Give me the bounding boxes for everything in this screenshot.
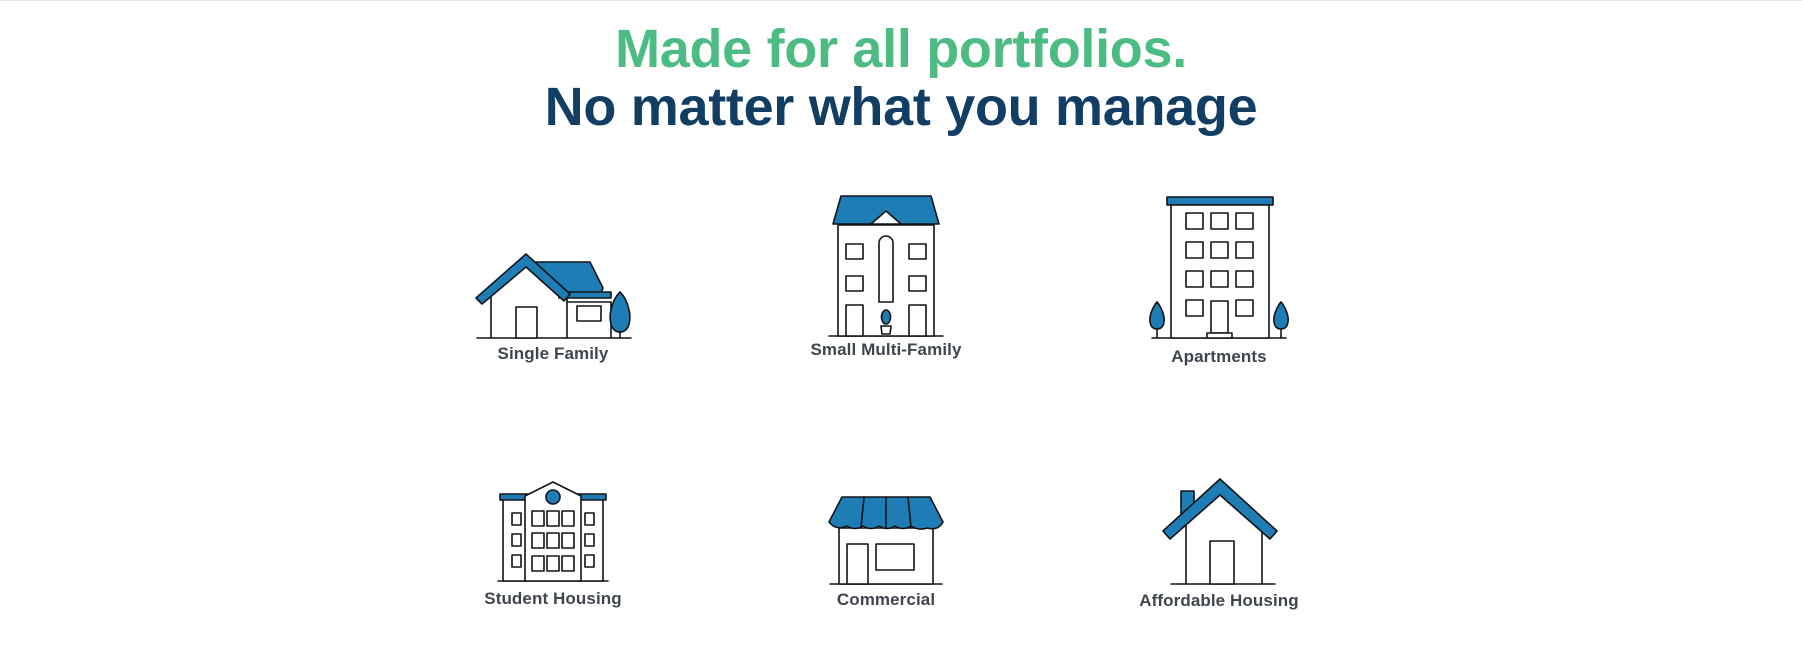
headline-line-1: Made for all portfolios. [615, 19, 1187, 79]
portfolio-card-single-family[interactable]: Single Family [403, 240, 703, 364]
headline-line-2: No matter what you manage [544, 77, 1258, 137]
card-label-affordable-housing: Affordable Housing [1139, 591, 1299, 610]
portfolio-card-apartments[interactable]: Apartments [1069, 193, 1369, 367]
card-label-small-multi-family: Small Multi-Family [810, 340, 962, 359]
page-headline: Made for all portfolios. No matter what … [0, 20, 1802, 136]
portfolio-card-student-housing[interactable]: Student Housing [403, 474, 703, 609]
affordable-housing-icon [1162, 478, 1278, 585]
portfolio-card-affordable-housing[interactable]: Affordable Housing [1069, 475, 1369, 611]
commercial-storefront-icon [828, 496, 944, 585]
small-multi-family-building-icon [828, 195, 944, 337]
top-divider [0, 0, 1802, 1]
portfolio-card-small-multi-family[interactable]: Small Multi-Family [736, 192, 1036, 360]
portfolio-card-commercial[interactable]: Commercial [736, 492, 1036, 610]
apartment-building-icon [1149, 196, 1289, 339]
single-family-house-icon [475, 253, 632, 339]
card-label-apartments: Apartments [1171, 347, 1267, 366]
card-label-single-family: Single Family [497, 344, 609, 363]
card-label-commercial: Commercial [836, 590, 936, 609]
student-housing-building-icon [497, 481, 609, 582]
card-label-student-housing: Student Housing [484, 589, 622, 608]
